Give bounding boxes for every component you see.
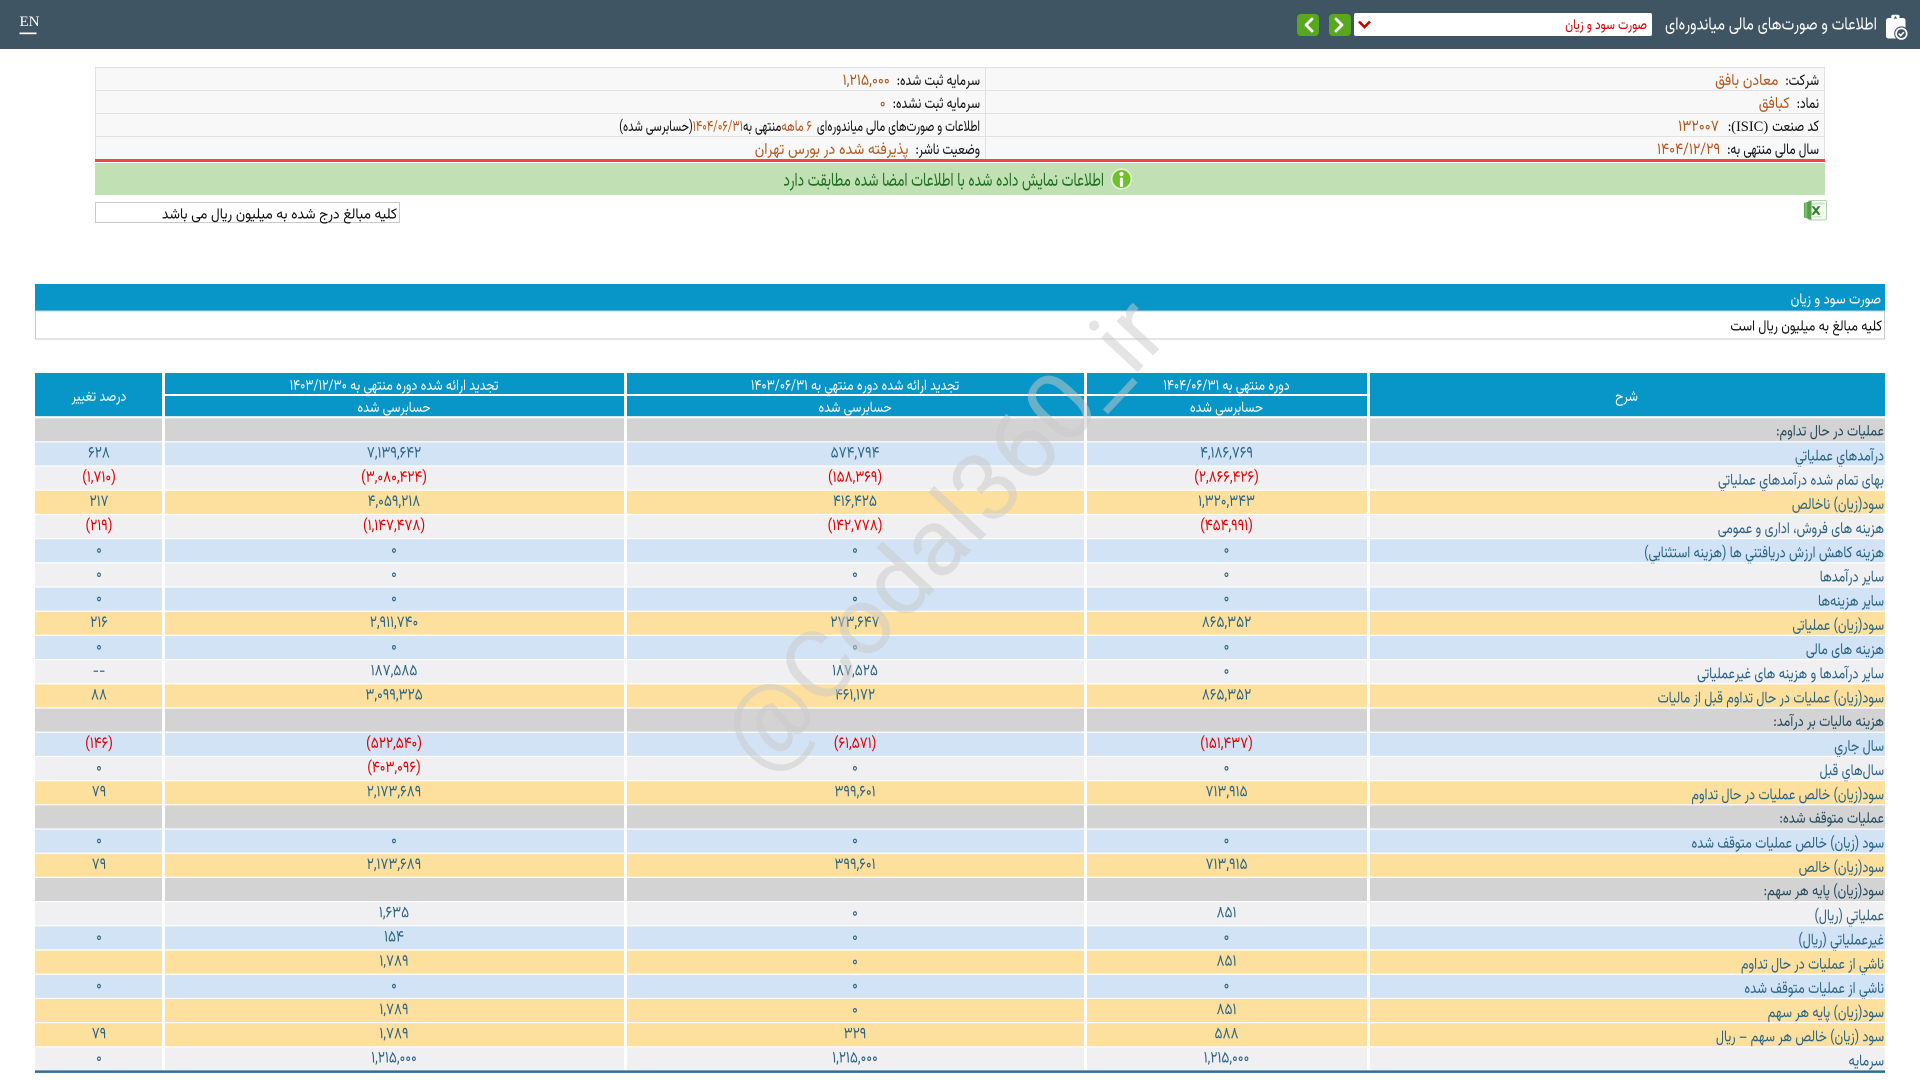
- svg-text:EN: EN: [20, 14, 40, 30]
- svg-text:(ISIC): (ISIC): [1731, 119, 1768, 135]
